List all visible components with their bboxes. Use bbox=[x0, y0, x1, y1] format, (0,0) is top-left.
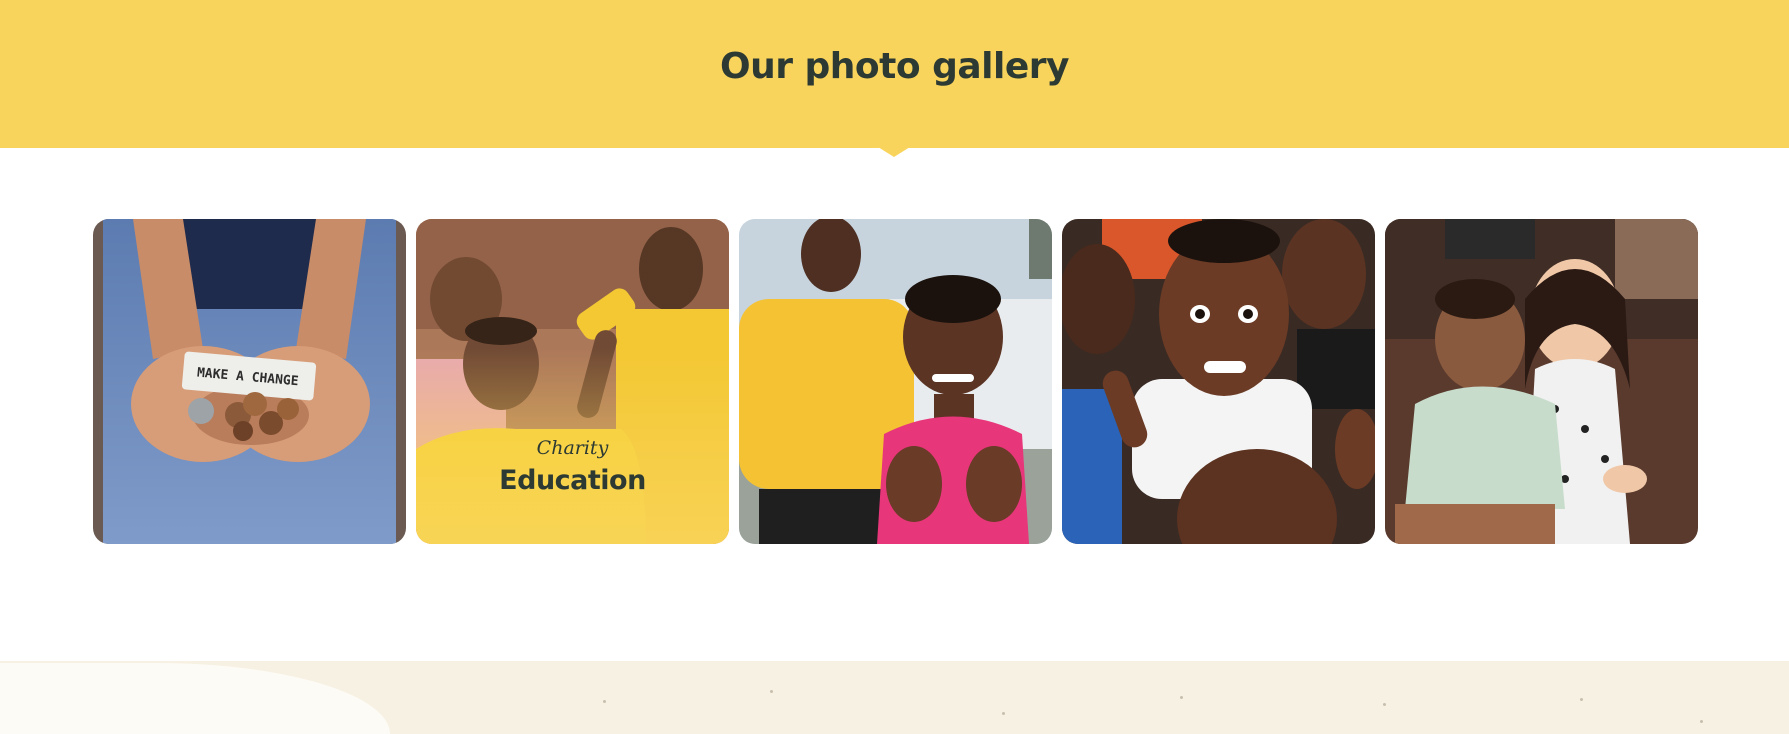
page-title: Our photo gallery bbox=[719, 46, 1070, 87]
gallery-header: Our photo gallery bbox=[0, 0, 1789, 148]
texture-speck bbox=[1002, 712, 1005, 715]
texture-speck bbox=[1700, 720, 1703, 723]
gallery-photo-coins[interactable]: MAKE A CHANGE bbox=[93, 219, 406, 544]
photo-smiling-girl bbox=[739, 219, 1052, 544]
texture-speck bbox=[770, 690, 773, 693]
texture-speck bbox=[603, 700, 606, 703]
card-tag: Charity bbox=[536, 437, 609, 459]
photo-siblings bbox=[1385, 219, 1698, 544]
header-pointer bbox=[878, 147, 910, 157]
photo-group-kids bbox=[1062, 219, 1375, 544]
gallery-photo-education[interactable]: Charity Education bbox=[416, 219, 729, 544]
page: Our photo gallery MAKE A CHANGE Charity … bbox=[0, 0, 1789, 734]
photo-hands-coins: MAKE A CHANGE bbox=[93, 219, 406, 544]
texture-speck bbox=[1383, 703, 1386, 706]
card-heading: Education bbox=[499, 465, 646, 496]
gallery-photo-smiling-girl[interactable] bbox=[739, 219, 1052, 544]
gallery-photo-siblings[interactable] bbox=[1385, 219, 1698, 544]
texture-speck bbox=[1580, 698, 1583, 701]
texture-speck bbox=[1180, 696, 1183, 699]
gallery-photo-group-kids[interactable] bbox=[1062, 219, 1375, 544]
photo-gallery: MAKE A CHANGE Charity Education bbox=[93, 219, 1698, 544]
